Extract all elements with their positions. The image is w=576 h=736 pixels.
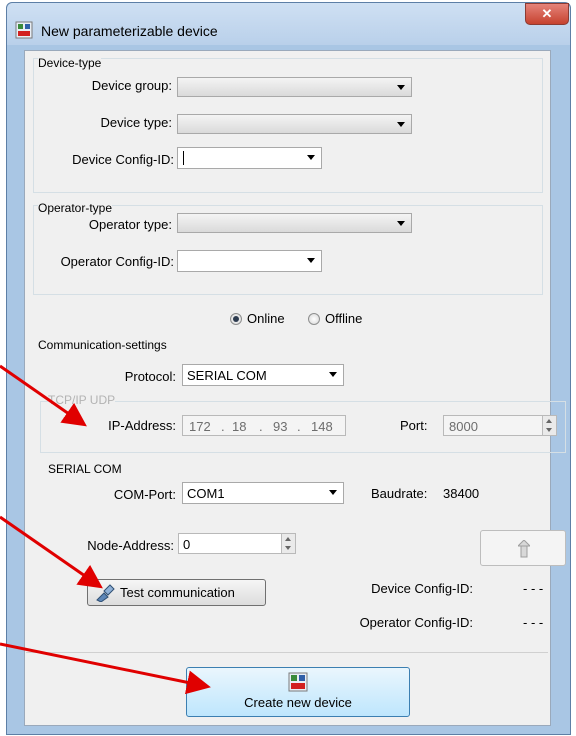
annotation-arrow-test [0,515,103,589]
annotation-arrow-create [0,642,211,695]
annotation-arrows [0,364,211,695]
annotation-arrow-ip [0,364,87,427]
